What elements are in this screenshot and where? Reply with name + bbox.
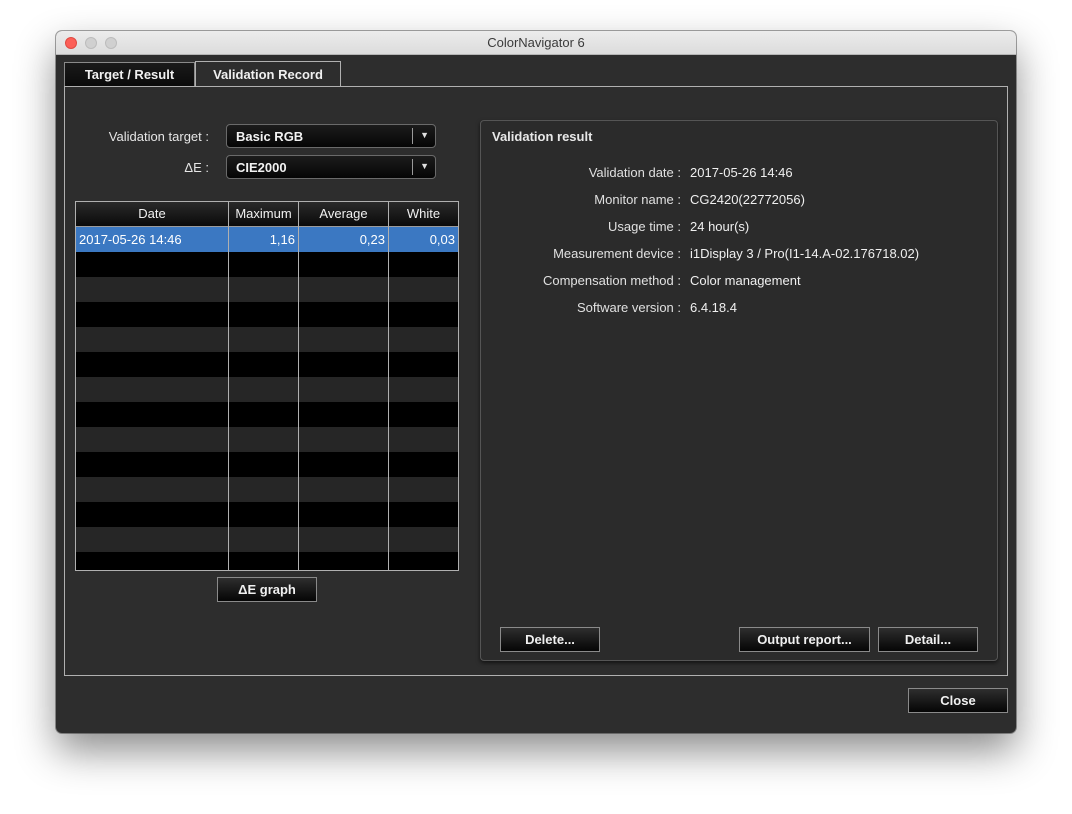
cell-white: 0,03 — [429, 232, 455, 247]
column-divider — [228, 202, 229, 570]
tab-target-result[interactable]: Target / Result — [64, 62, 195, 86]
usage-time-value: 24 hour(s) — [690, 219, 750, 234]
table-row-empty — [76, 277, 458, 302]
validation-target-select[interactable]: Basic RGB ▼ — [226, 124, 436, 148]
measurement-device-value: i1Display 3 / Pro(I1-14.A-02.176718.02) — [690, 246, 920, 261]
title-bar: ColorNavigator 6 — [56, 31, 1016, 55]
select-divider — [412, 159, 413, 175]
delta-e-select[interactable]: CIE2000 ▼ — [226, 155, 436, 179]
table-row[interactable]: 2017-05-26 14:46 1,16 0,23 0,03 — [76, 227, 458, 252]
column-divider — [388, 202, 389, 570]
table-header: Date Maximum Average White — [76, 202, 458, 227]
chevron-down-icon: ▼ — [420, 130, 429, 140]
window-title: ColorNavigator 6 — [487, 35, 585, 50]
table-row-empty — [76, 477, 458, 502]
usage-time-label: Usage time : — [608, 219, 681, 234]
table-row-empty — [76, 377, 458, 402]
app-window: ColorNavigator 6 Target / Result Validat… — [56, 31, 1016, 733]
close-button[interactable]: Close — [908, 688, 1008, 713]
column-header-date[interactable]: Date — [76, 202, 228, 226]
compensation-method-label: Compensation method : — [542, 273, 681, 288]
monitor-name-value: CG2420(22772056) — [690, 192, 805, 207]
cell-maximum: 1,16 — [269, 232, 295, 247]
chevron-down-icon: ▼ — [420, 161, 429, 171]
table-row-empty — [76, 427, 458, 452]
select-divider — [412, 128, 413, 144]
validation-target-label: Validation target : — [108, 129, 209, 144]
cell-date: 2017-05-26 14:46 — [79, 232, 182, 247]
validation-target-value: Basic RGB — [236, 129, 304, 144]
delta-e-value: CIE2000 — [236, 160, 287, 175]
validation-history-table: Date Maximum Average White 2017-05-26 14… — [75, 201, 459, 571]
output-report-button[interactable]: Output report... — [739, 627, 870, 652]
panel-title: Validation result — [492, 129, 593, 144]
software-version-value: 6.4.18.4 — [690, 300, 737, 315]
measurement-device-label: Measurement device : — [553, 246, 681, 261]
table-row-empty — [76, 327, 458, 352]
delete-button[interactable]: Delete... — [500, 627, 600, 652]
cell-average: 0,23 — [359, 232, 385, 247]
compensation-method-value: Color management — [690, 273, 801, 288]
table-row-empty — [76, 527, 458, 552]
column-header-maximum[interactable]: Maximum — [229, 202, 298, 226]
tab-validation-record[interactable]: Validation Record — [195, 61, 341, 87]
delta-e-label: ΔE : — [184, 160, 209, 175]
validation-result-panel: Validation result Validation date : 2017… — [480, 120, 998, 661]
delta-e-graph-button[interactable]: ΔE graph — [217, 577, 317, 602]
validation-date-value: 2017-05-26 14:46 — [690, 165, 793, 180]
monitor-name-label: Monitor name : — [594, 192, 681, 207]
column-divider — [298, 202, 299, 570]
detail-button[interactable]: Detail... — [878, 627, 978, 652]
column-header-average[interactable]: Average — [299, 202, 388, 226]
column-header-white[interactable]: White — [389, 202, 458, 226]
validation-date-label: Validation date : — [588, 165, 681, 180]
software-version-label: Software version : — [576, 300, 681, 315]
